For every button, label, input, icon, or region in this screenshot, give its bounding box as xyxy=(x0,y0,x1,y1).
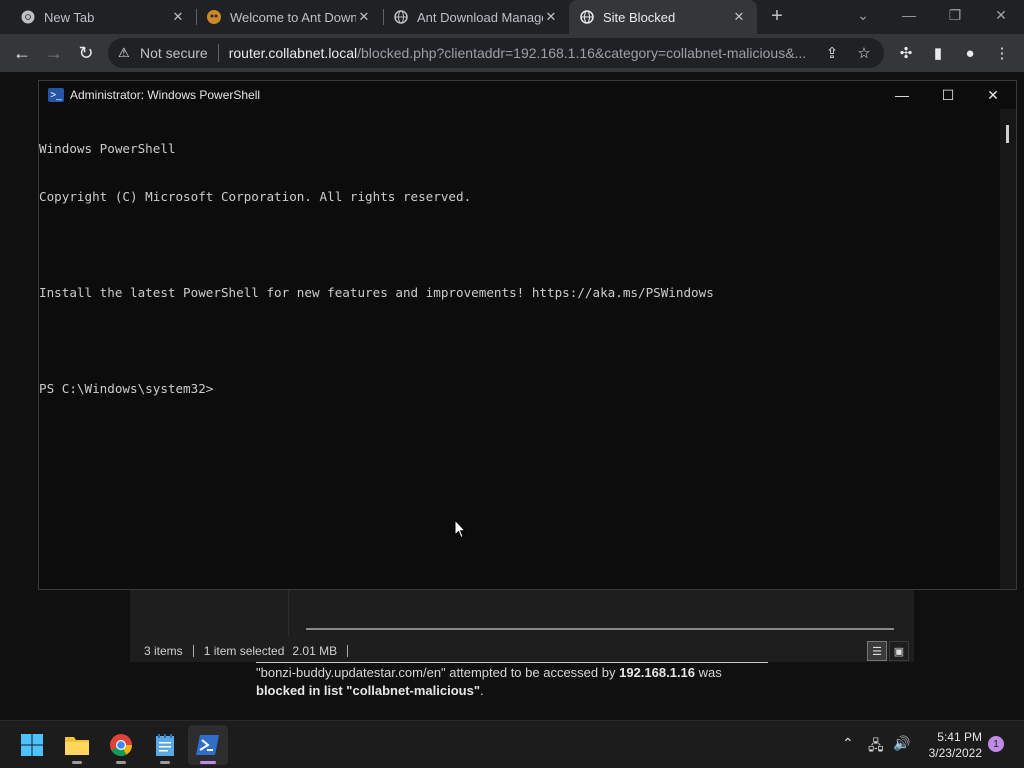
forward-icon[interactable]: → xyxy=(41,41,67,65)
explorer-status-bar: 3 items 1 item selected 2.01 MB xyxy=(130,640,914,662)
omnibox-divider xyxy=(217,44,219,62)
console-line: Copyright (C) Microsoft Corporation. All… xyxy=(39,189,472,204)
close-icon[interactable]: ✕ xyxy=(970,81,1016,109)
blocked-list-text: blocked in list "collabnet-malicious" xyxy=(256,683,480,698)
console-output[interactable]: Windows PowerShell Copyright (C) Microso… xyxy=(39,109,1001,589)
scrollbar-thumb[interactable] xyxy=(1006,125,1009,143)
powershell-taskbar-button[interactable] xyxy=(188,725,228,765)
minimize-icon[interactable]: — xyxy=(886,0,932,30)
console-line: Windows PowerShell xyxy=(39,141,176,156)
chrome-icon xyxy=(20,9,36,25)
tab-welcome-ant[interactable]: Welcome to Ant Downl ✕ xyxy=(196,0,382,34)
network-icon[interactable]: 🖧 xyxy=(868,735,884,759)
globe-icon xyxy=(393,9,409,25)
show-hidden-icons-chevron-icon[interactable]: ⌃ xyxy=(842,735,854,752)
minimize-icon[interactable]: — xyxy=(879,81,925,109)
folder-icon xyxy=(65,737,89,755)
period-text: . xyxy=(479,683,484,698)
new-tab-button[interactable]: + xyxy=(766,5,788,27)
windows-logo-icon xyxy=(21,734,43,756)
notepad-icon xyxy=(156,734,174,756)
file-explorer-taskbar-button[interactable] xyxy=(57,725,97,765)
blocked-url-text: "bonzi-buddy.updatestar.com/en" attempte… xyxy=(256,665,620,680)
close-icon[interactable]: ✕ xyxy=(543,9,559,25)
browser-tabstrip: New Tab ✕ Welcome to Ant Downl ✕ Ant Dow… xyxy=(0,0,1024,34)
star-icon[interactable]: ☆ xyxy=(854,43,874,63)
tab-ant-download-manager[interactable]: Ant Download Manage ✕ xyxy=(383,0,569,34)
browser-toolbar: ← → ↻ ⚠ Not secure router.collabnet.loca… xyxy=(0,34,1024,72)
chrome-icon xyxy=(110,734,132,756)
console-line: Install the latest PowerShell for new fe… xyxy=(39,285,714,300)
client-ip: 192.168.1.16 xyxy=(619,665,696,680)
powershell-icon xyxy=(196,735,219,755)
ant-icon xyxy=(206,9,222,25)
tab-search-chevron-icon[interactable]: ⌄ xyxy=(840,0,886,30)
clock-time: 5:41 PM xyxy=(937,730,982,744)
clock[interactable]: 5:41 PM 3/23/2022 xyxy=(918,729,982,761)
profile-icon[interactable]: ● xyxy=(960,43,980,63)
powershell-titlebar[interactable]: >_ Administrator: Windows PowerShell xyxy=(39,81,1016,109)
powershell-icon: >_ xyxy=(48,88,64,102)
extensions-icon[interactable]: ✣ xyxy=(896,43,916,63)
tab-title: New Tab xyxy=(44,9,95,25)
back-icon[interactable]: ← xyxy=(9,41,35,65)
details-view-icon[interactable]: ☰ xyxy=(867,641,887,661)
volume-icon[interactable]: 🔊 xyxy=(893,735,910,752)
url-host: router.collabnet.local xyxy=(228,45,358,61)
share-icon[interactable]: ⇪ xyxy=(822,43,842,63)
item-count: 3 items xyxy=(144,644,183,658)
close-window-icon[interactable]: ✕ xyxy=(978,0,1024,30)
notepad-taskbar-button[interactable] xyxy=(145,725,185,765)
running-indicator xyxy=(160,761,170,764)
clock-date: 3/23/2022 xyxy=(928,746,982,760)
blocked-message: "bonzi-buddy.updatestar.com/en" attempte… xyxy=(256,664,756,700)
tab-site-blocked[interactable]: Site Blocked ✕ xyxy=(569,0,757,34)
tab-title: Welcome to Ant Downl xyxy=(230,9,356,25)
close-icon[interactable]: ✕ xyxy=(356,9,372,25)
divider-line xyxy=(256,662,768,663)
tab-title: Site Blocked xyxy=(603,9,676,25)
window-title: Administrator: Windows PowerShell xyxy=(70,88,261,102)
globe-icon xyxy=(579,9,595,25)
restore-icon[interactable]: ❐ xyxy=(932,0,978,30)
close-icon[interactable]: ✕ xyxy=(731,9,747,25)
status-divider xyxy=(192,645,194,657)
desktop: New Tab ✕ Welcome to Ant Downl ✕ Ant Dow… xyxy=(0,0,1024,768)
menu-icon[interactable]: ⋮ xyxy=(992,43,1012,63)
running-indicator xyxy=(116,761,126,764)
start-button[interactable] xyxy=(12,725,52,765)
close-icon[interactable]: ✕ xyxy=(170,9,186,25)
command-prompt[interactable]: PS C:\Windows\system32> xyxy=(39,381,1001,397)
warning-icon[interactable]: ⚠ xyxy=(118,45,136,61)
chrome-taskbar-button[interactable] xyxy=(101,725,141,765)
was-text: was xyxy=(695,665,722,680)
horizontal-scrollbar[interactable] xyxy=(306,628,894,630)
taskbar: ⌃ 🖧 🔊 5:41 PM 3/23/2022 xyxy=(0,720,1024,768)
address-bar[interactable]: ⚠ Not secure router.collabnet.local /blo… xyxy=(108,38,884,68)
reload-icon[interactable]: ↻ xyxy=(73,41,99,65)
tab-new-tab[interactable]: New Tab ✕ xyxy=(0,0,196,34)
security-status[interactable]: Not secure xyxy=(140,45,208,61)
side-panel-icon[interactable]: ▮ xyxy=(928,43,948,63)
vertical-scrollbar[interactable] xyxy=(1000,109,1016,589)
large-icons-view-icon[interactable]: ▣ xyxy=(889,641,909,661)
notification-badge[interactable]: 1 xyxy=(988,736,1004,752)
selection-size: 2.01 MB xyxy=(292,644,338,658)
url-path: /blocked.php?clientaddr=192.168.1.16&cat… xyxy=(357,45,807,61)
powershell-window[interactable]: >_ Administrator: Windows PowerShell — ☐… xyxy=(38,80,1017,590)
status-divider xyxy=(347,645,349,657)
tab-title: Ant Download Manage xyxy=(417,9,543,25)
running-indicator xyxy=(72,761,82,764)
mouse-pointer-icon xyxy=(454,519,466,539)
selection-count: 1 item selected xyxy=(203,644,285,658)
maximize-icon[interactable]: ☐ xyxy=(925,81,971,109)
running-indicator xyxy=(200,761,216,764)
